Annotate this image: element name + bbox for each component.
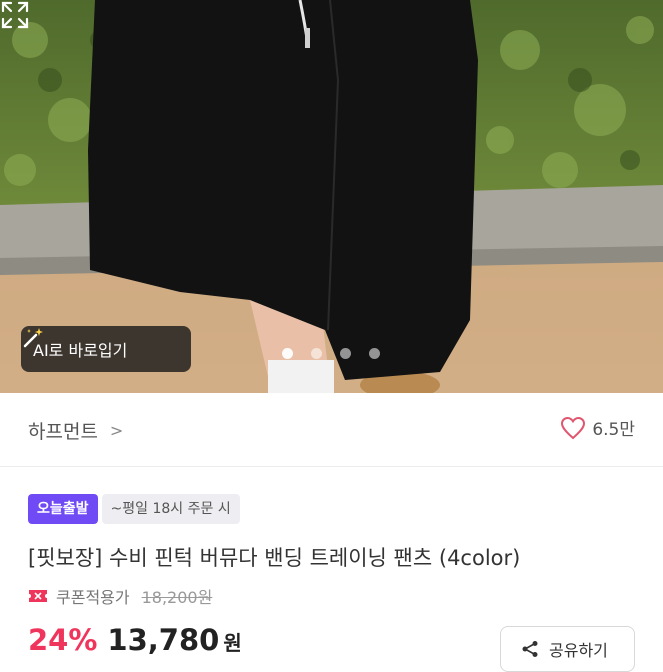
like-button[interactable]: 6.5만: [560, 415, 635, 440]
ai-try-on-label: AI로 바로입기: [33, 341, 128, 360]
delivery-badges: 오늘출발 ~평일 18시 주문 시: [28, 494, 240, 524]
chevron-right-icon: >: [109, 421, 124, 440]
coupon-label: 쿠폰적용가: [56, 588, 130, 607]
magic-wand-icon: [23, 328, 43, 348]
store-link[interactable]: 하프먼트 >: [28, 417, 123, 444]
carousel-dot[interactable]: [282, 348, 293, 359]
price-row: 24% 13,780 원: [28, 623, 242, 657]
expand-icon[interactable]: [0, 0, 30, 30]
coupon-price-row: 쿠폰적용가 18,200원: [28, 584, 212, 608]
coupon-icon: [29, 590, 47, 602]
carousel-dot[interactable]: [369, 348, 380, 359]
share-icon: [522, 641, 538, 657]
discount-rate: 24%: [28, 623, 98, 657]
heart-icon: [561, 416, 586, 439]
today-dispatch-badge: 오늘출발: [28, 494, 98, 524]
store-row: 하프먼트 > 6.5만: [0, 393, 663, 467]
dispatch-condition-badge: ~평일 18시 주문 시: [101, 494, 240, 524]
product-title: [핏보장] 수비 핀턱 버뮤다 밴딩 트레이닝 팬츠 (4color): [28, 546, 521, 570]
store-name: 하프먼트: [28, 421, 98, 443]
sale-price: 13,780: [107, 623, 220, 657]
carousel-dot[interactable]: [311, 348, 322, 359]
carousel-indicator[interactable]: [282, 348, 380, 359]
ai-try-on-button[interactable]: AI로 바로입기: [21, 326, 191, 372]
carousel-dot[interactable]: [340, 348, 351, 359]
share-button[interactable]: 공유하기: [500, 626, 635, 672]
share-label: 공유하기: [549, 641, 608, 660]
product-photo[interactable]: AI로 바로입기: [0, 0, 663, 393]
like-count: 6.5만: [592, 420, 635, 440]
original-price: 18,200원: [141, 588, 213, 607]
currency-unit: 원: [223, 631, 242, 655]
